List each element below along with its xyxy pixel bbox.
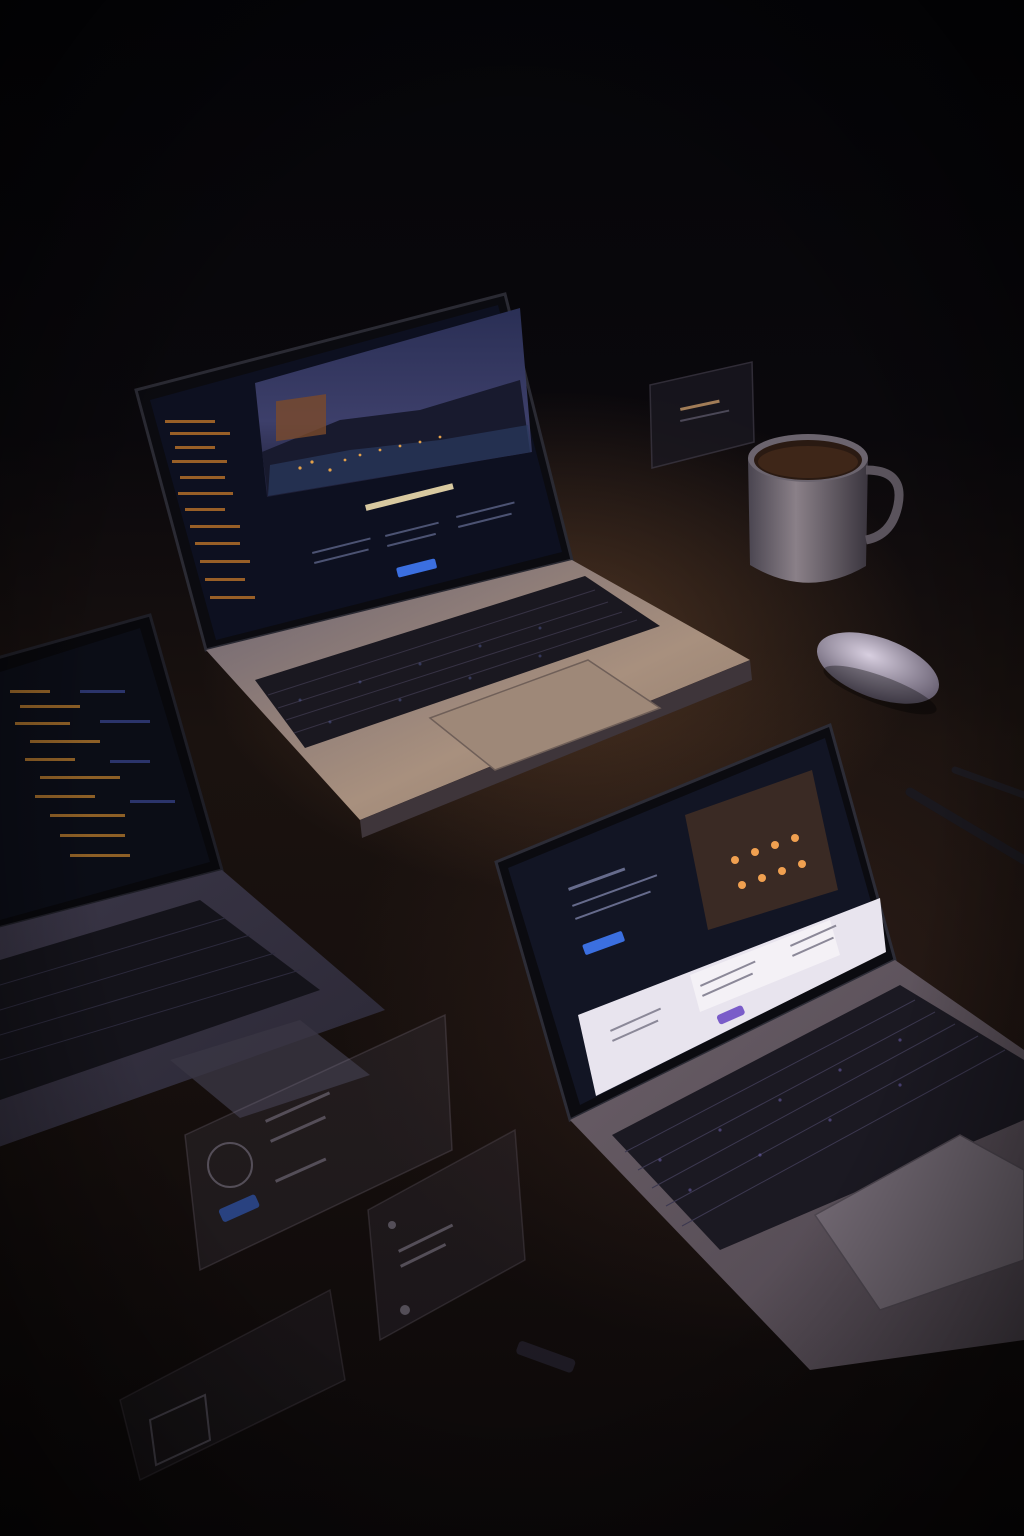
dark-desk-scene [0, 0, 1024, 1536]
vignette-overlay [0, 0, 1024, 1536]
scene-illustration [0, 0, 1024, 1536]
